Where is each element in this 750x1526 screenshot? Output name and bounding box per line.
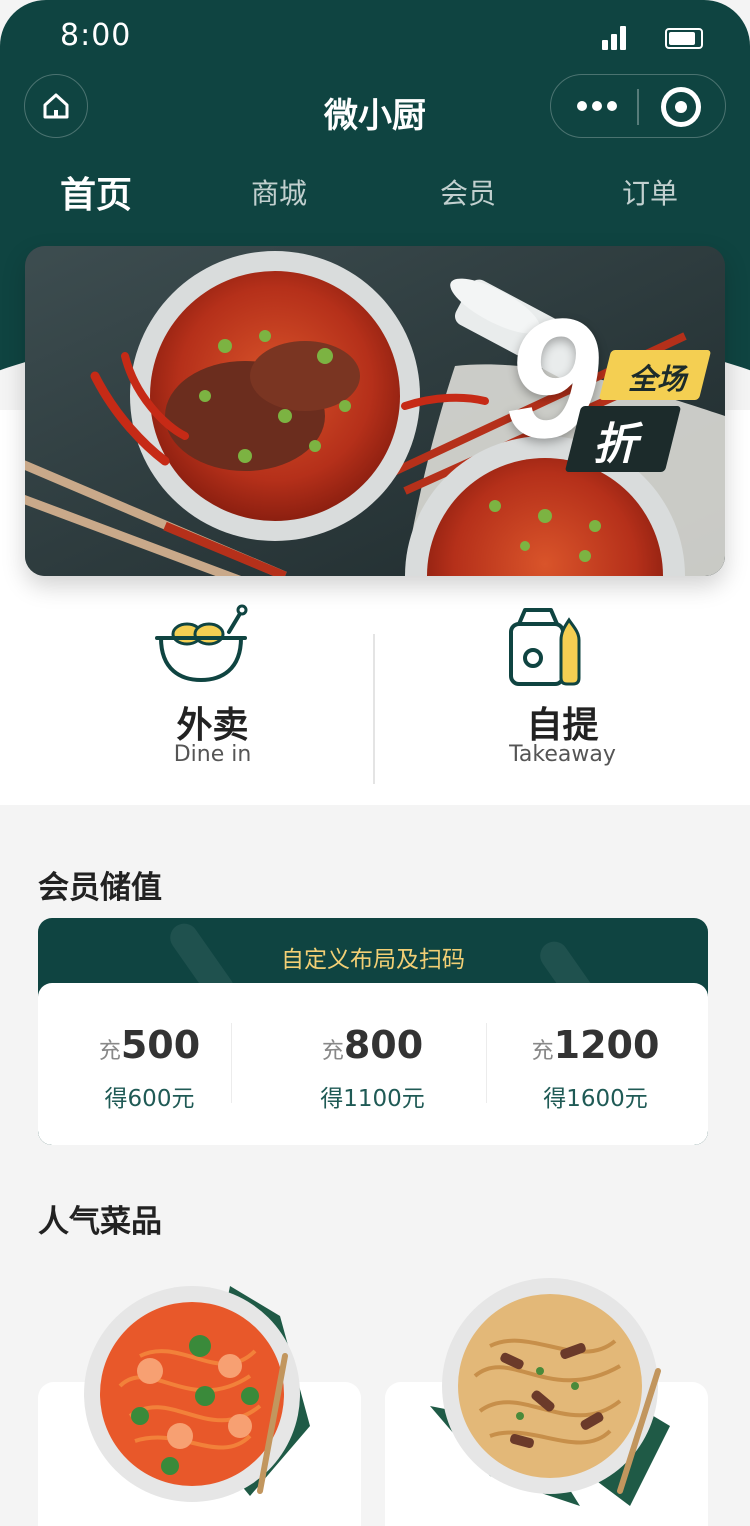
battery-icon — [665, 28, 703, 49]
top-tabs: 首页 商城 会员 订单 — [0, 172, 750, 232]
takeaway-bag-icon — [509, 608, 581, 686]
beef-noodle-image — [430, 1278, 670, 1506]
recharge-amount: 500 — [120, 1023, 201, 1067]
tab-member[interactable]: 会员 — [440, 172, 496, 212]
recharge-options: 充500 得600元 充800 得1100元 充1200 得1600元 — [38, 983, 708, 1145]
close-program-icon[interactable] — [661, 87, 701, 127]
takeaway-button[interactable]: 自提 Takeaway — [375, 600, 750, 800]
promo-banner[interactable]: 9 全场 折 — [25, 246, 725, 576]
discount-badge-top-text: 全场 — [627, 362, 686, 396]
tab-mall[interactable]: 商城 — [251, 172, 307, 212]
takeaway-title: 自提 — [526, 705, 599, 746]
recharge-option[interactable]: 充1200 得1600元 — [484, 983, 707, 1145]
recharge-amount: 800 — [343, 1023, 424, 1067]
recharge-option[interactable]: 充800 得1100元 — [261, 983, 484, 1145]
recharge-reward: 得600元 — [104, 1086, 195, 1112]
tab-orders[interactable]: 订单 — [622, 172, 678, 212]
discount-badge-bottom-text: 折 — [593, 419, 637, 470]
takeaway-subtitle: Takeaway — [509, 742, 616, 767]
status-time: 8:00 — [60, 18, 132, 53]
recharge-reward: 得1600元 — [543, 1086, 648, 1112]
app-screen: 8:00 微小厨 首页 商城 会员 订单 9 全场 折 外卖 Dine in 自… — [0, 0, 750, 1526]
signal-icon — [602, 26, 630, 50]
popular-section-title: 人气菜品 — [38, 1204, 162, 1240]
dine-in-subtitle: Dine in — [173, 742, 252, 767]
dine-in-button[interactable]: 外卖 Dine in — [25, 600, 400, 800]
more-icon[interactable] — [577, 101, 617, 113]
dine-in-title: 外卖 — [176, 705, 249, 746]
mini-program-capsule — [550, 74, 726, 138]
recharge-option[interactable]: 充500 得600元 — [38, 983, 261, 1145]
recharge-amount: 1200 — [553, 1023, 660, 1067]
tab-home[interactable]: 首页 — [60, 166, 132, 218]
recharge-reward: 得1100元 — [320, 1086, 425, 1112]
member-card-header[interactable]: 自定义布局及扫码 — [38, 940, 708, 974]
member-recharge-card: 自定义布局及扫码 充500 得600元 充800 得1100元 充1200 得1… — [38, 918, 708, 1145]
noodle-bowl-icon — [155, 604, 248, 682]
shrimp-pasta-image — [84, 1286, 310, 1502]
member-section-title: 会员储值 — [38, 870, 162, 906]
